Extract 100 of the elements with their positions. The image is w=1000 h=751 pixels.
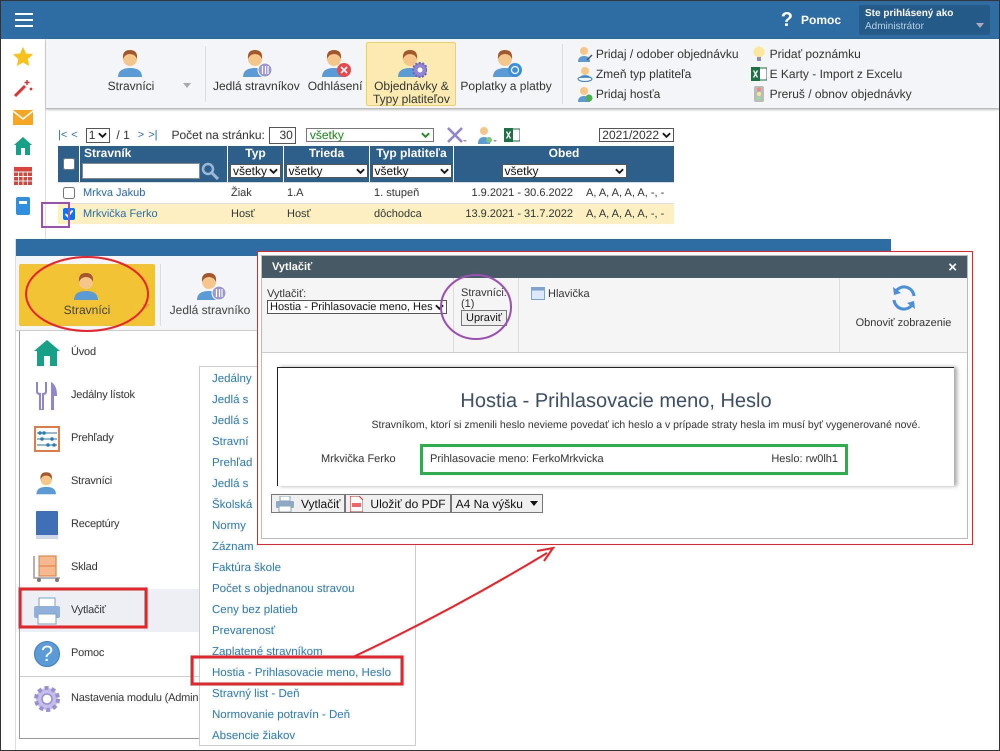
notebook-icon[interactable] xyxy=(16,197,30,215)
filter-select[interactable]: všetky xyxy=(230,164,281,178)
window-icon[interactable] xyxy=(531,287,545,300)
ribbon-button[interactable]: Stravníci xyxy=(60,42,202,106)
calendar-icon[interactable] xyxy=(14,167,32,185)
person-cycle-icon xyxy=(576,66,593,82)
ribbon-button[interactable]: Objednávky & Typy platiteľov xyxy=(366,42,456,106)
table-cell-text: Hosť xyxy=(231,206,255,222)
menu-item[interactable]: Sklad xyxy=(20,546,199,589)
submenu-link[interactable]: Ceny bez platieb xyxy=(212,602,298,620)
menu-item[interactable]: Nastavenia modulu (Admin xyxy=(20,677,199,720)
ribbon-action-link[interactable]: E Karty - Import z Excelu xyxy=(750,66,912,82)
submenu-link[interactable]: Jedlá s xyxy=(212,476,248,494)
table-cell-text: 13.9.2021 - 31.7.2022 xyxy=(465,206,573,222)
ribbon-action-link[interactable]: Pridať poznámku xyxy=(750,46,912,62)
table-cell-text: 1. stupeň xyxy=(374,186,420,201)
dialog-button[interactable]: Uložiť do PDF xyxy=(345,494,451,513)
caret-icon xyxy=(976,22,984,28)
ribbon-action-link[interactable]: Zmeň typ platiteľa xyxy=(576,66,739,82)
chevron-icon xyxy=(614,168,624,174)
ribbon-button[interactable]: Jedlá stravníkov xyxy=(209,42,304,106)
submenu-link[interactable]: Jedálny xyxy=(212,370,252,388)
help-icon[interactable]: ? xyxy=(780,5,793,35)
printer-icon xyxy=(33,596,61,624)
row-checkbox[interactable] xyxy=(62,187,74,199)
table-cell-text: 1.A xyxy=(287,186,304,201)
submenu-link[interactable]: Jedlá s xyxy=(212,412,248,430)
search-field[interactable] xyxy=(82,163,200,179)
person-settings-icon[interactable] xyxy=(476,126,498,144)
help-link[interactable]: Pomoc xyxy=(800,11,841,29)
report-select[interactable]: Hostia - Prihlasovacie meno, Hes xyxy=(267,300,447,314)
user-label: Ste prihlásený ako xyxy=(865,7,954,20)
star-icon[interactable] xyxy=(13,47,33,66)
diner-name-link[interactable]: Mrkvička Ferko xyxy=(83,206,158,222)
ribbon-button[interactable]: Odhlásení xyxy=(304,42,366,106)
page-select[interactable]: 1 xyxy=(86,128,110,142)
menu-icon[interactable] xyxy=(15,13,33,27)
table-cell-text: Hosť xyxy=(287,206,311,222)
refresh-button[interactable]: Obnoviť zobrazenie xyxy=(840,278,967,352)
submenu-link[interactable]: Normovanie potravín - Deň xyxy=(212,706,350,724)
book-icon xyxy=(36,510,58,538)
edit-button[interactable]: Upraviť xyxy=(461,310,507,326)
pager-link[interactable]: < xyxy=(71,126,78,144)
menu-item[interactable]: Stravníci xyxy=(20,460,199,503)
search-icon[interactable] xyxy=(201,162,219,180)
menu-item[interactable]: Úvod xyxy=(20,331,199,374)
pager-link[interactable]: |< xyxy=(58,126,68,144)
filter-select[interactable]: všetky xyxy=(286,164,368,178)
filter-select[interactable]: všetky xyxy=(372,164,452,178)
submenu-link[interactable]: Hostia - Prihlasovacie meno, Heslo xyxy=(212,664,391,682)
dialog-title: Vytlačiť xyxy=(272,260,312,275)
year-select[interactable]: 2021/2022 xyxy=(599,128,674,142)
diner-name-link[interactable]: Mrkva Jakub xyxy=(83,184,146,202)
paper-dropdown[interactable]: A4 Na výšku xyxy=(450,494,543,513)
traffic-light-icon xyxy=(754,86,764,102)
pager-link[interactable]: >| xyxy=(148,126,158,144)
annotation-frame xyxy=(41,202,70,228)
refresh-icon xyxy=(890,284,918,312)
ribbon-action-link[interactable]: Pridaj hosťa xyxy=(576,86,739,102)
filter-select[interactable]: všetky xyxy=(306,128,434,142)
guest-name: Mrkvička Ferko xyxy=(320,452,397,467)
submenu-link[interactable]: Absencie žiakov xyxy=(212,728,296,746)
menu-item[interactable]: ? Pomoc xyxy=(20,632,199,675)
tools-icon[interactable] xyxy=(446,126,468,144)
user-dropdown[interactable]: Ste prihlásený ako Administrátor xyxy=(859,5,990,35)
row-checkbox[interactable] xyxy=(62,208,74,220)
submenu-link[interactable]: Prehľad xyxy=(212,454,252,472)
ribbon-button[interactable]: Stravníci xyxy=(19,264,155,326)
ribbon-action-link[interactable]: Pridaj / odober objednávku xyxy=(576,46,739,62)
submenu-link[interactable]: Normy xyxy=(212,518,246,536)
submenu-link[interactable]: Stravní xyxy=(212,434,248,452)
pdf-file-icon xyxy=(350,496,364,512)
submenu-link[interactable]: Zaplatené stravníkom xyxy=(212,644,323,662)
submenu-link[interactable]: Záznam xyxy=(212,538,254,556)
ribbon-button[interactable]: Poplatky a platby xyxy=(456,42,556,106)
select-all-checkbox[interactable] xyxy=(62,158,74,170)
menu-item[interactable]: Receptúry xyxy=(20,503,199,546)
filter-select[interactable]: všetky xyxy=(502,164,626,178)
home-icon[interactable] xyxy=(14,137,32,155)
close-button[interactable]: × xyxy=(948,260,957,274)
column-header: Obed xyxy=(548,146,580,160)
per-page-field[interactable]: 30 xyxy=(268,126,296,144)
submenu-link[interactable]: Prevarenosť xyxy=(212,622,276,640)
submenu-link[interactable]: Faktúra škole xyxy=(212,560,282,578)
pager-link[interactable]: > xyxy=(138,126,144,144)
submenu-link[interactable]: Jedlá s xyxy=(212,392,248,410)
ribbon-action-link[interactable]: Preruš / obnov objednávky xyxy=(750,86,912,102)
mail-icon[interactable] xyxy=(13,110,33,125)
caret-icon xyxy=(183,82,191,88)
spreadsheet-icon[interactable] xyxy=(504,127,520,143)
dialog-button[interactable]: Vytlačiť xyxy=(271,494,346,513)
help-icon: ? xyxy=(34,640,60,666)
wand-icon[interactable] xyxy=(13,78,33,98)
submenu-link[interactable]: Počet s objednanou stravou xyxy=(212,580,355,598)
ribbon-button[interactable]: Jedlá stravníko xyxy=(166,264,254,326)
menu-item[interactable]: Jedálny lístok xyxy=(20,374,199,417)
submenu-link[interactable]: Školská xyxy=(212,496,252,514)
menu-item[interactable]: Prehľady xyxy=(20,417,199,460)
submenu-link[interactable]: Stravný list - Deň xyxy=(212,686,300,704)
chevron-icon xyxy=(356,168,364,174)
